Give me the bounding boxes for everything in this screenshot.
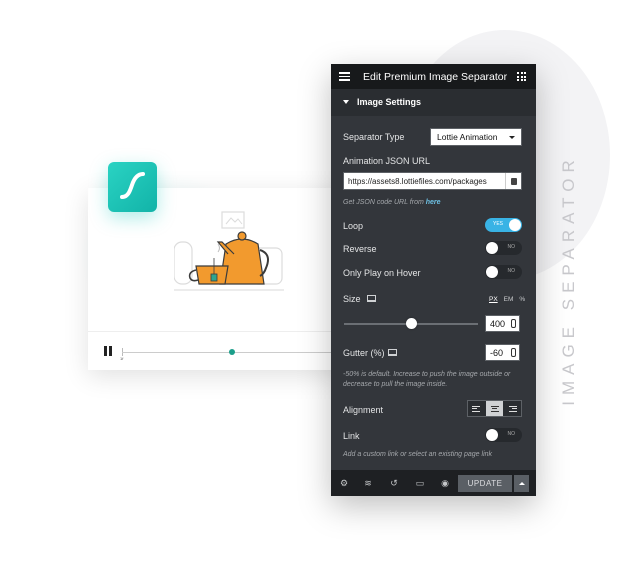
gutter-label: Gutter (%) <box>343 348 385 358</box>
page: IMAGE SEPARATOR 1f Edit Premium Image Se… <box>0 0 620 575</box>
desktop-monitor-icon[interactable] <box>367 295 376 302</box>
preview-eye-icon[interactable]: ◉ <box>440 478 450 488</box>
database-icon[interactable] <box>505 173 521 189</box>
animation-url-note-text: Get JSON code URL from <box>343 199 424 206</box>
reverse-label: Reverse <box>343 244 377 254</box>
separator-type-select[interactable]: Lottie Animation <box>430 128 522 146</box>
layers-icon[interactable]: ≋ <box>363 478 373 488</box>
link-label: Link <box>343 431 360 441</box>
size-units: PX EM % <box>489 296 525 303</box>
separator-type-value: Lottie Animation <box>437 132 498 142</box>
loop-label: Loop <box>343 221 364 231</box>
stepper-icon[interactable] <box>511 348 516 357</box>
link-note: Add a custom link or select an existing … <box>343 451 493 458</box>
timeline-scrubber[interactable] <box>229 349 235 355</box>
animation-timeline[interactable] <box>122 352 332 353</box>
desktop-monitor-icon[interactable] <box>388 349 397 356</box>
size-slider-handle[interactable] <box>406 318 417 329</box>
separator-type-label: Separator Type <box>343 132 405 142</box>
caret-down-icon <box>343 100 349 104</box>
animation-url-value: https://assets8.lottiefiles.com/packages <box>348 177 487 186</box>
unit-percent[interactable]: % <box>519 296 525 303</box>
history-icon[interactable]: ↺ <box>389 478 399 488</box>
unit-em[interactable]: EM <box>504 296 514 303</box>
link-toggle[interactable]: NO <box>485 428 522 442</box>
frame-label: 1f <box>120 356 124 361</box>
loop-toggle[interactable]: YES <box>485 218 522 232</box>
update-button[interactable]: UPDATE <box>458 475 512 492</box>
loop-toggle-text: YES <box>493 221 504 227</box>
size-label: Size <box>343 294 361 304</box>
panel-title: Edit Premium Image Separator <box>363 71 508 83</box>
align-right-button[interactable] <box>503 401 522 416</box>
side-title-text: IMAGE SEPARATOR <box>559 154 579 406</box>
hover-label: Only Play on Hover <box>343 268 421 278</box>
hover-toggle[interactable]: NO <box>485 265 522 279</box>
reverse-toggle[interactable]: NO <box>485 241 522 255</box>
gutter-value: -60 <box>490 348 504 358</box>
chevron-down-icon <box>509 136 515 139</box>
responsive-monitor-icon[interactable]: ▭ <box>415 478 425 488</box>
lottie-preview-card: 1f <box>88 188 370 370</box>
animation-url-here-link[interactable]: here <box>426 199 441 206</box>
hover-toggle-text: NO <box>507 268 516 274</box>
image-settings-section-header[interactable]: Image Settings <box>331 89 536 116</box>
align-left-button[interactable] <box>468 401 486 416</box>
gutter-note: -50% is default. Increase to push the im… <box>343 371 511 388</box>
side-title: IMAGE SEPARATOR <box>557 120 581 440</box>
lottie-logo-icon <box>120 172 145 199</box>
link-toggle-text: NO <box>507 431 516 437</box>
animation-url-input[interactable]: https://assets8.lottiefiles.com/packages <box>343 172 522 190</box>
toggle-knob <box>486 242 498 254</box>
size-value: 400 <box>490 319 506 329</box>
animation-player-bar: 1f <box>88 331 370 370</box>
settings-gear-icon[interactable]: ⚙ <box>339 478 349 488</box>
toggle-knob <box>486 429 498 441</box>
panel-header: Edit Premium Image Separator <box>331 64 536 89</box>
unit-px[interactable]: PX <box>489 296 498 303</box>
editor-panel: Edit Premium Image Separator Image Setti… <box>331 64 536 496</box>
size-number-input[interactable]: 400 <box>485 315 520 332</box>
toggle-knob <box>509 219 521 231</box>
panel-footer: ⚙ ≋ ↺ ▭ ◉ UPDATE <box>331 470 536 496</box>
alignment-control <box>467 400 522 417</box>
align-center-button[interactable] <box>485 401 504 416</box>
alignment-label: Alignment <box>343 405 384 415</box>
gutter-number-input[interactable]: -60 <box>485 344 520 361</box>
animation-url-note: Get JSON code URL from here <box>343 198 441 208</box>
update-options-button[interactable] <box>514 475 529 492</box>
widgets-grid-icon[interactable] <box>517 72 526 81</box>
hamburger-menu-icon[interactable] <box>339 72 350 81</box>
pause-icon[interactable] <box>104 346 114 356</box>
toggle-knob <box>486 266 498 278</box>
section-title: Image Settings <box>357 97 422 107</box>
reverse-toggle-text: NO <box>507 244 516 250</box>
teapot-illustration <box>174 211 284 291</box>
stepper-icon[interactable] <box>511 319 516 328</box>
animation-url-label: Animation JSON URL <box>343 156 431 166</box>
lottie-logo <box>108 162 157 212</box>
